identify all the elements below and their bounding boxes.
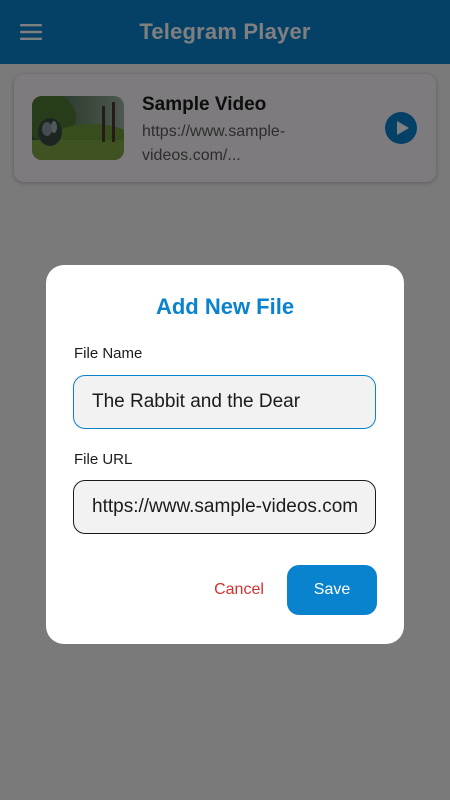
save-button[interactable]: Save [287, 565, 377, 615]
cancel-button[interactable]: Cancel [196, 565, 282, 615]
add-file-dialog: Add New File File Name File URL Cancel S… [46, 265, 404, 644]
dialog-title: Add New File [155, 294, 295, 319]
file-name-label: File Name [74, 345, 143, 362]
file-name-input[interactable] [73, 375, 376, 429]
file-url-label: File URL [74, 451, 133, 468]
file-url-input[interactable] [73, 480, 376, 534]
